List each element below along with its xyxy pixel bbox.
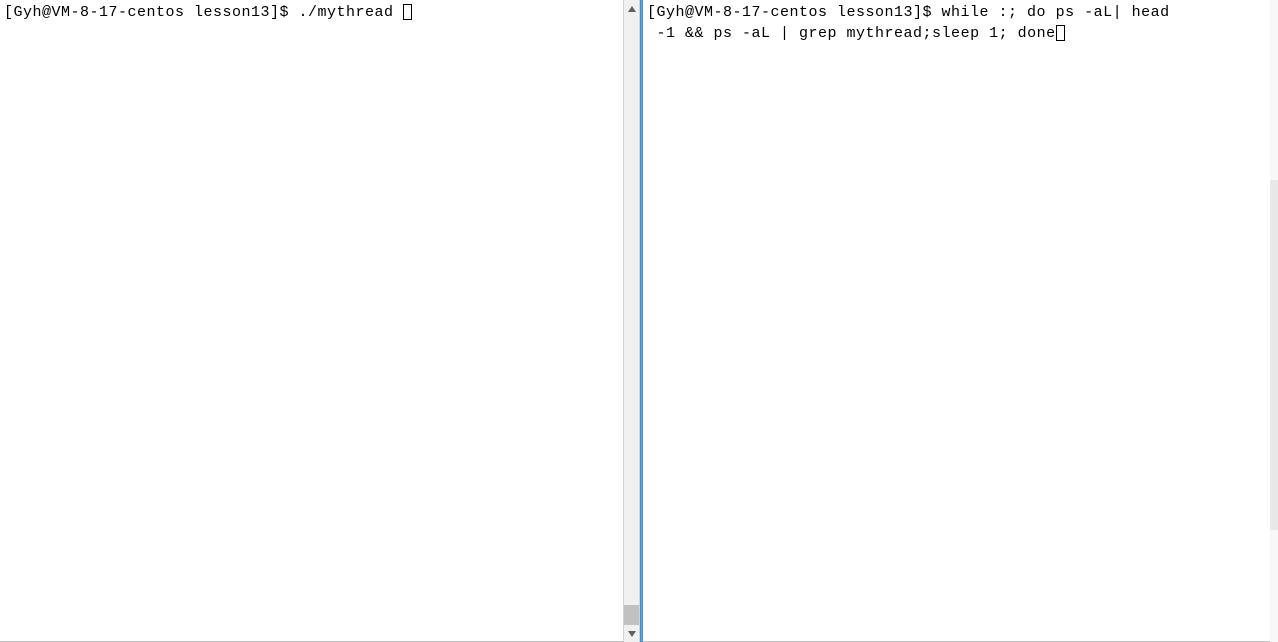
prompt-right: [Gyh@VM-8-17-centos lesson13]$ [647, 4, 942, 21]
terminal-pane-right[interactable]: [Gyh@VM-8-17-centos lesson13]$ while :; … [643, 0, 1270, 642]
scroll-down-button[interactable] [624, 625, 639, 642]
scrollbar-left-pane[interactable] [623, 0, 640, 642]
prompt-left: [Gyh@VM-8-17-centos lesson13]$ [4, 4, 299, 21]
command-right-line2: -1 && ps -aL | grep mythread;sleep 1; do… [647, 25, 1056, 42]
chevron-down-icon [628, 631, 636, 637]
terminal-content-left[interactable]: [Gyh@VM-8-17-centos lesson13]$ ./mythrea… [0, 0, 623, 25]
scroll-up-button[interactable] [624, 0, 639, 17]
scrollbar-thumb[interactable] [624, 605, 639, 625]
terminal-pane-left[interactable]: [Gyh@VM-8-17-centos lesson13]$ ./mythrea… [0, 0, 623, 642]
command-left: ./mythread [299, 4, 404, 21]
chevron-up-icon [628, 6, 636, 12]
scrollbar-right-thumb[interactable] [1270, 180, 1278, 530]
cursor-left [403, 4, 412, 20]
scrollbar-right-pane[interactable] [1270, 0, 1278, 642]
command-right-line1: while :; do ps -aL| head [942, 4, 1170, 21]
cursor-right [1056, 25, 1065, 41]
terminal-content-right[interactable]: [Gyh@VM-8-17-centos lesson13]$ while :; … [643, 0, 1270, 46]
